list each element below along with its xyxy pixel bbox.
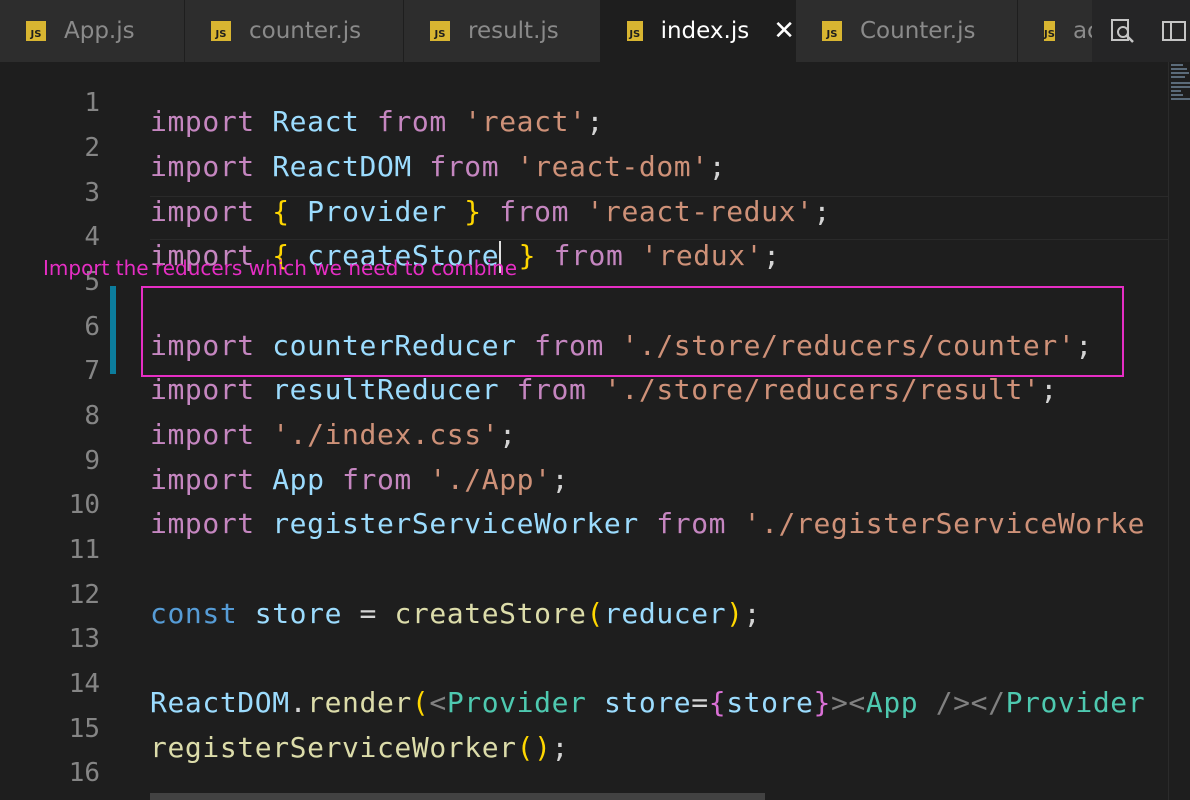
minimap-line [1171,98,1190,100]
code-line: 12 const store = createStore(reducer); [0,554,1168,630]
tab-index-js[interactable]: JS index.js ✕ [601,0,796,62]
minimap-line [1171,68,1187,70]
code-line: 4 import { createStore } from 'redux'; [0,196,1168,273]
minimap-line [1171,94,1183,96]
minimap-line [1171,72,1189,74]
tab-label: Counter.js [860,18,976,44]
tab-label: result.js [468,18,559,44]
tab-counter-js[interactable]: JS counter.js [185,0,404,62]
code-line: 3 import { Provider } from 'react-redux'… [0,152,1168,228]
code-line: 13 [0,598,1168,654]
code-line: 8 import './index.css'; [0,375,1168,451]
minimap-line [1171,90,1181,92]
horizontal-scrollbar[interactable] [150,793,765,800]
js-file-icon: JS [1044,21,1055,41]
js-file-icon: JS [26,21,46,41]
js-file-icon: JS [211,21,231,41]
line-number: 16 [68,758,100,788]
code-line: 16 [0,732,1168,788]
annotation-text: Import the reducers which we need to com… [43,256,518,280]
minimap-line [1171,76,1185,78]
minimap[interactable] [1168,62,1190,800]
tab-label: index.js [660,18,750,44]
close-icon[interactable]: ✕ [773,16,795,46]
code-line: 10 import registerServiceWorker from './… [0,464,1168,540]
find-icon[interactable] [1108,17,1136,45]
minimap-line [1171,64,1183,66]
code-line: 9 import App from './App'; [0,420,1168,496]
editor-tab-bar: JS App.js JS counter.js JS result.js JS … [0,0,1190,62]
code-line: 2 import ReactDOM from 'react-dom'; [0,107,1168,183]
editor-actions [1092,0,1190,62]
tab-result-js[interactable]: JS result.js [404,0,601,62]
code-line: 1 import React from 'react'; [0,62,1168,138]
code-editor[interactable]: 1 import React from 'react'; 2 import Re… [0,62,1168,800]
tab-ac[interactable]: JS ac [1018,0,1100,62]
tab-app-js[interactable]: JS App.js [0,0,185,62]
minimap-line [1171,86,1190,88]
split-editor-icon[interactable] [1160,17,1188,45]
annotation-highlight-box [141,286,1124,377]
js-file-icon: JS [430,21,450,41]
tab-label: counter.js [249,18,362,44]
code-line: 11 [0,509,1168,565]
tab-label: App.js [64,18,135,44]
js-file-icon: JS [627,21,643,41]
code-line: 14 ReactDOM.render(<Provider store={stor… [0,643,1168,719]
code-line: 15 registerServiceWorker(); [0,688,1168,764]
tab-counter-component-js[interactable]: JS Counter.js [796,0,1018,62]
js-file-icon: JS [822,21,842,41]
minimap-line [1171,82,1190,84]
